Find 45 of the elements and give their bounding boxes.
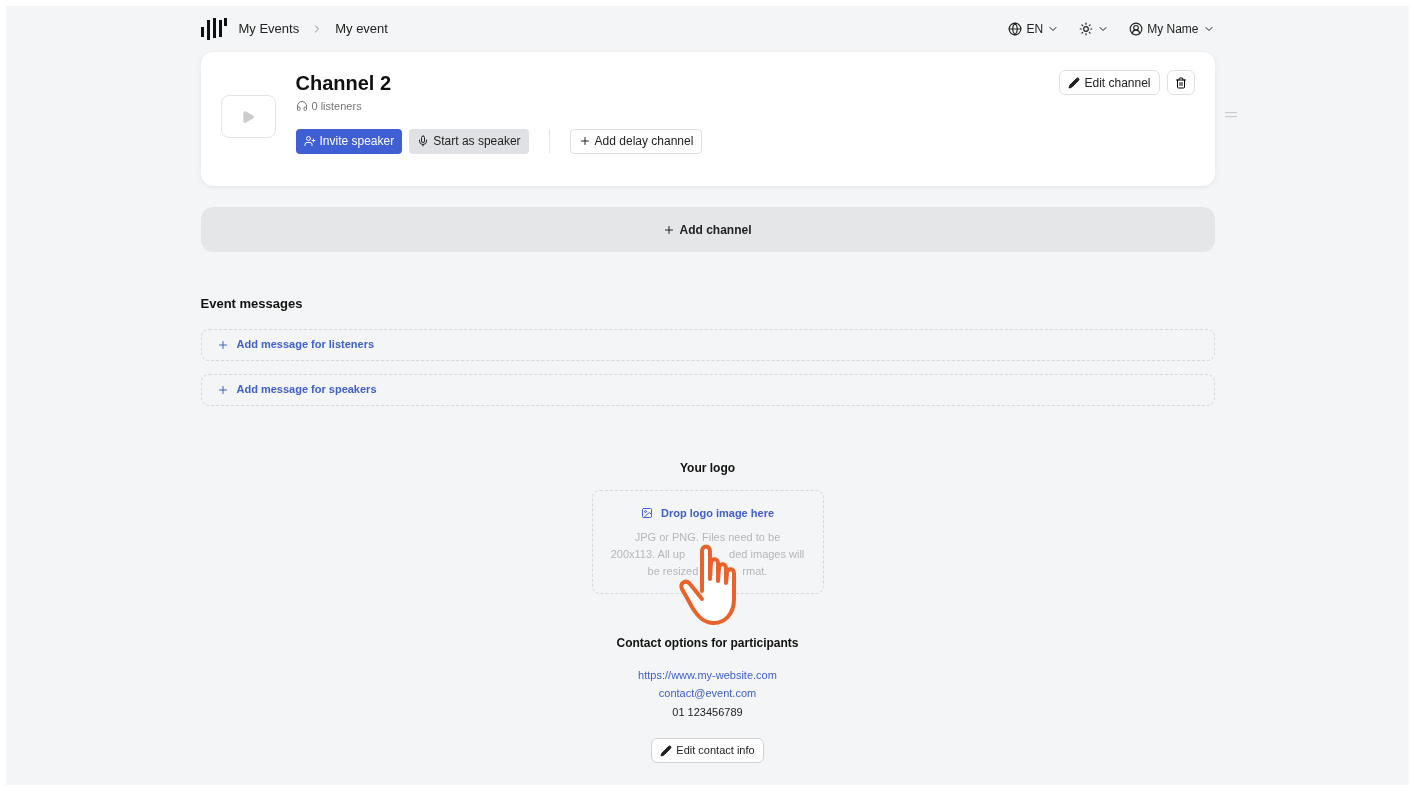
breadcrumb-link[interactable]: My event [335, 19, 388, 39]
hint-text: JPG or PNG. Files need to be [634, 530, 781, 545]
add-channel-button[interactable]: Add channel [200, 207, 1215, 252]
user-menu[interactable]: My Name [1129, 20, 1215, 38]
delete-button[interactable] [1166, 70, 1195, 95]
image-icon [640, 506, 653, 519]
hint-text: ded images will [729, 547, 805, 562]
section-title: Contact options for participants [616, 634, 799, 652]
add-delay-channel-button[interactable]: Add delay channel [569, 128, 703, 154]
plus-icon [216, 383, 229, 396]
website-link[interactable]: https://www.my-website.com [638, 666, 777, 683]
plus-icon [663, 223, 676, 236]
plus-icon [216, 338, 229, 351]
logo-icon [200, 17, 227, 41]
section-title: Event messages [200, 295, 304, 313]
user-icon [1129, 22, 1144, 36]
pencil-icon [1068, 76, 1081, 89]
headphones-icon [295, 100, 308, 113]
start-as-speaker-button[interactable]: Start as speaker [409, 128, 529, 154]
sun-icon [1079, 22, 1094, 36]
plus-icon [578, 135, 591, 147]
phone-number: 01 123456789 [672, 704, 743, 720]
microphone-icon [417, 135, 430, 147]
section-title: Your logo [679, 459, 736, 477]
language-menu[interactable]: EN [1008, 20, 1060, 38]
channel-title: Channel 2 [295, 71, 393, 96]
globe-icon [1008, 22, 1023, 36]
add-message-button[interactable]: Add message for listeners [200, 328, 1215, 361]
hint-text: 200x113. All up [610, 547, 686, 562]
listeners-count: 0 listeners [311, 99, 362, 114]
hint-text: rmat. [742, 564, 768, 579]
pencil-icon [660, 744, 673, 757]
email-link[interactable]: contact@event.com [658, 685, 757, 702]
hint-text: be resized [647, 564, 699, 579]
trash-icon [1174, 76, 1187, 89]
play-icon [241, 109, 255, 124]
user-plus-icon [303, 135, 316, 147]
drag-handle-icon[interactable] [1224, 112, 1237, 118]
theme-menu[interactable] [1079, 22, 1110, 36]
add-message-button[interactable]: Add message for speakers [200, 373, 1215, 406]
edit-contact-info-button[interactable]: Edit contact info [651, 738, 764, 763]
edit-channel-button[interactable]: Edit channel [1059, 70, 1160, 95]
invite-speaker-button[interactable]: Invite speaker [295, 128, 403, 154]
drop-label: Drop logo image here [660, 505, 775, 521]
breadcrumb-link[interactable]: My Events [238, 19, 300, 39]
